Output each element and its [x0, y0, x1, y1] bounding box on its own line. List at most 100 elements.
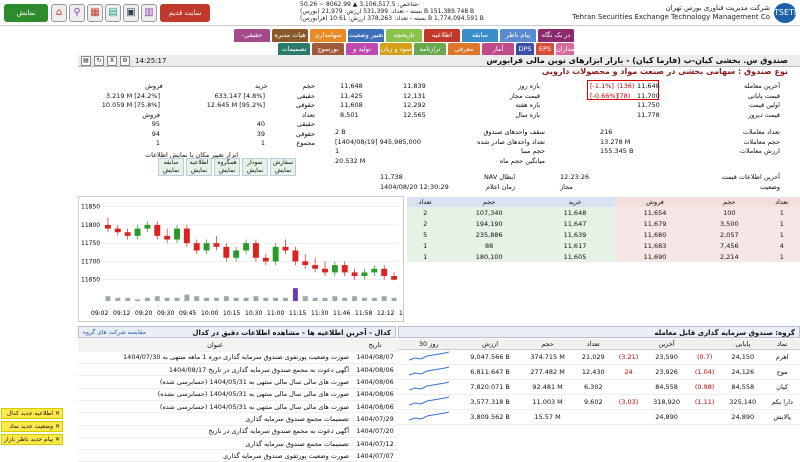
old-site-button[interactable]: سایت قدیم	[160, 4, 210, 22]
show-list-button[interactable]: نمایش فهرست	[4, 4, 48, 35]
group-cell-sym[interactable]: اهرم	[764, 349, 800, 365]
alert-status[interactable]: وضعیت جدید نماد ✕	[1, 421, 63, 432]
home-icon[interactable]: ⌂	[51, 4, 67, 22]
menu-tab[interactable]: تصمیمات مجمع	[278, 43, 310, 65]
order-book-col: تعداد	[407, 197, 444, 207]
menu-tab[interactable]: در یک نگاه	[538, 29, 574, 42]
news-title[interactable]: صورت های مالی سال مالی منتهی به 1404/05/…	[78, 400, 352, 414]
clock: 14:25:17	[135, 57, 167, 65]
group-row[interactable]: 3,809.562 B 15.57 M 24,890 24,890 پالایش	[398, 409, 800, 425]
group-row[interactable]: 3,577.318 B 11.003 M 9,602 (3.03) 318,920 (1.…	[398, 394, 800, 410]
group-row[interactable]: 7,820.071 B 92.481 M 6,302 84,558 (0.98) 84,5…	[398, 379, 800, 395]
price-change-pct: [-0.66%]	[590, 91, 619, 100]
volume-bar	[243, 297, 249, 301]
news-title[interactable]: تصمیمات مجمع صندوق سرمایه گذاری	[78, 437, 352, 451]
settings-icon[interactable]: ⚙	[120, 56, 130, 66]
chart-icon[interactable]: ▤	[105, 4, 121, 22]
codal-news-header: کدال - آخرین اطلاعیه ها - مشاهده اطلاعات…	[78, 326, 396, 338]
news-item[interactable]: آگهی دعوت به مجمع صندوق سرمایه گذاری در …	[78, 425, 398, 438]
menu-tab[interactable]: هیات مدیره	[272, 29, 308, 42]
price-change-pct: [-1.1%]	[590, 82, 614, 90]
menu-tab[interactable]: آمار	[482, 43, 514, 55]
menu-tab[interactable]: سابقه	[462, 29, 498, 42]
menu-tab[interactable]: EPS	[536, 43, 554, 55]
news-item[interactable]: صورت های مالی سال مالی منتهی به 1404/05/…	[78, 375, 398, 389]
menu-tab[interactable]: بورسوچ	[312, 43, 344, 55]
menu-tab[interactable]: سهامداران	[556, 43, 585, 55]
menu-tab[interactable]: معرفی	[448, 43, 480, 55]
candle-body	[203, 243, 210, 251]
print-icon[interactable]: ▤	[81, 56, 91, 66]
order-book-col: فروش	[615, 197, 696, 207]
show-button[interactable]: همگروه نمایش	[214, 158, 240, 176]
news-title[interactable]: صورت های مالی سال مالی منتهی به 1404/05/…	[78, 388, 352, 401]
candle-body	[124, 232, 131, 236]
refresh-icon[interactable]: ↻	[94, 56, 104, 66]
range-label: بازه سال	[515, 110, 540, 119]
menu-tab[interactable]: تغییر وضعیت	[348, 29, 384, 42]
search-icon[interactable]: ⚲	[69, 4, 85, 22]
price-change: (136)	[617, 82, 635, 90]
menu-tab[interactable]: اطلاعیه	[424, 29, 460, 42]
news-item[interactable]: صورت وضعیت پورتفوی صندوق سرمایه گذاری 140…	[78, 449, 398, 462]
price-label: قیمت پایانی	[747, 91, 780, 100]
candle-body	[154, 224, 161, 236]
grid-icon[interactable]: ▦	[87, 4, 103, 22]
x-tick-label: 10:00	[201, 310, 218, 317]
group-cell-sym[interactable]: کیان	[764, 379, 800, 395]
show-button[interactable]: اطلاعیه نمایش	[186, 158, 212, 176]
news-item[interactable]: تصمیمات مجمع صندوق سرمایه گذاری 1404/07/1…	[78, 437, 398, 451]
group-cell-lchg: (3.03)	[612, 394, 645, 410]
news-title[interactable]: آگهی دعوت به مجمع صندوق سرمایه گذاری در …	[78, 425, 352, 438]
group-cell-vol: 277.482 M	[520, 364, 575, 380]
x-tick-label: 10:15	[223, 310, 240, 317]
excel-icon[interactable]: X	[107, 56, 117, 66]
menu-tab[interactable]: سهامداری	[310, 29, 346, 42]
news-title[interactable]: صورت وضعیت پورتفوی صندوق سرمایه گذاری	[78, 449, 352, 462]
order-book-cell: 11,617	[534, 240, 615, 251]
trader-row-label: حقوقی	[295, 129, 315, 138]
menu-tab[interactable]: پیام ناظر	[500, 29, 536, 42]
order-book-cell: 1	[763, 207, 800, 218]
news-item[interactable]: آگهی دعوت به مجمع صندوق سرمایه گذاری در …	[78, 363, 398, 377]
price-label: قیمت دیروز	[748, 110, 780, 119]
compare-group-link[interactable]: مقایسه شرکت های گروه	[83, 329, 146, 336]
alert-codal[interactable]: اطلاعیه جدید کدال ✕	[1, 408, 63, 419]
show-button[interactable]: نمودار نمایش	[242, 158, 268, 176]
menu-tab[interactable]: تولید و فروش	[346, 43, 378, 65]
news-title[interactable]: آگهی دعوت به مجمع صندوق سرمایه گذاری در …	[78, 363, 352, 377]
range-label: بازه هفته	[515, 101, 540, 109]
news-item[interactable]: تصمیمات مجمع صندوق سرمایه گذاری 1404/07/2…	[78, 412, 398, 426]
news-item[interactable]: صورت های مالی سال مالی منتهی به 1404/05/…	[78, 388, 398, 401]
trader-row-label: حقوقی	[295, 101, 315, 109]
news-title[interactable]: تصمیمات مجمع صندوق سرمایه گذاری	[78, 412, 352, 426]
nav-value: 1404/08/20 12:30:29	[380, 182, 449, 191]
news-item[interactable]: صورت وضعیت پورتفوی صندوق سرمایه گذاری دو…	[78, 351, 398, 365]
menu-tab[interactable]: ترازنامه	[414, 43, 446, 55]
order-book: تعداد حجم خرید فروش حجم تعداد 2 107,340 11,648 11…	[407, 197, 800, 262]
menu-tab[interactable]: حقیقی-حقوقی	[234, 29, 270, 51]
group-cell-cchg: (0.98)	[688, 379, 722, 395]
x-tick-label: 11:00	[267, 310, 284, 317]
volume-bar	[223, 296, 229, 301]
candle-body	[292, 250, 299, 262]
news-item[interactable]: صورت های مالی سال مالی منتهی به 1404/05/…	[78, 400, 398, 414]
group-cell-sym[interactable]: موج	[764, 364, 800, 380]
table-icon[interactable]: ▣	[123, 4, 139, 22]
menu-tab[interactable]: DPS	[516, 43, 534, 55]
menu-tab[interactable]: تاریخچه	[386, 29, 422, 42]
candle-body	[312, 265, 319, 269]
show-button[interactable]: سفارش نمایش	[270, 158, 296, 176]
group-row[interactable]: 9,047.566 B 374.715 M 21,029 (3.21) 23,590 (0…	[398, 349, 800, 365]
group-cell-sym[interactable]: دارا یکم	[764, 394, 800, 410]
group-cell-sym[interactable]: پالایش	[764, 409, 800, 425]
alert-supervisor[interactable]: پیام جدید ناظر بازار ✕	[1, 434, 63, 445]
news-title[interactable]: صورت وضعیت پورتفوی صندوق سرمایه گذاری دو…	[78, 351, 352, 365]
news-title[interactable]: صورت های مالی سال مالی منتهی به 1404/05/…	[78, 375, 352, 389]
book-icon[interactable]: ▥	[141, 4, 157, 22]
x-tick-label: 12:22	[399, 310, 403, 317]
menu-tab[interactable]: سود و زیان	[380, 43, 412, 55]
order-book-cell: 11,679	[615, 218, 696, 229]
group-row[interactable]: 6,811.647 B 277.482 M 12,430 24 23,926 (1.04)…	[398, 364, 800, 380]
show-button[interactable]: سابقه نمایش	[158, 158, 184, 176]
